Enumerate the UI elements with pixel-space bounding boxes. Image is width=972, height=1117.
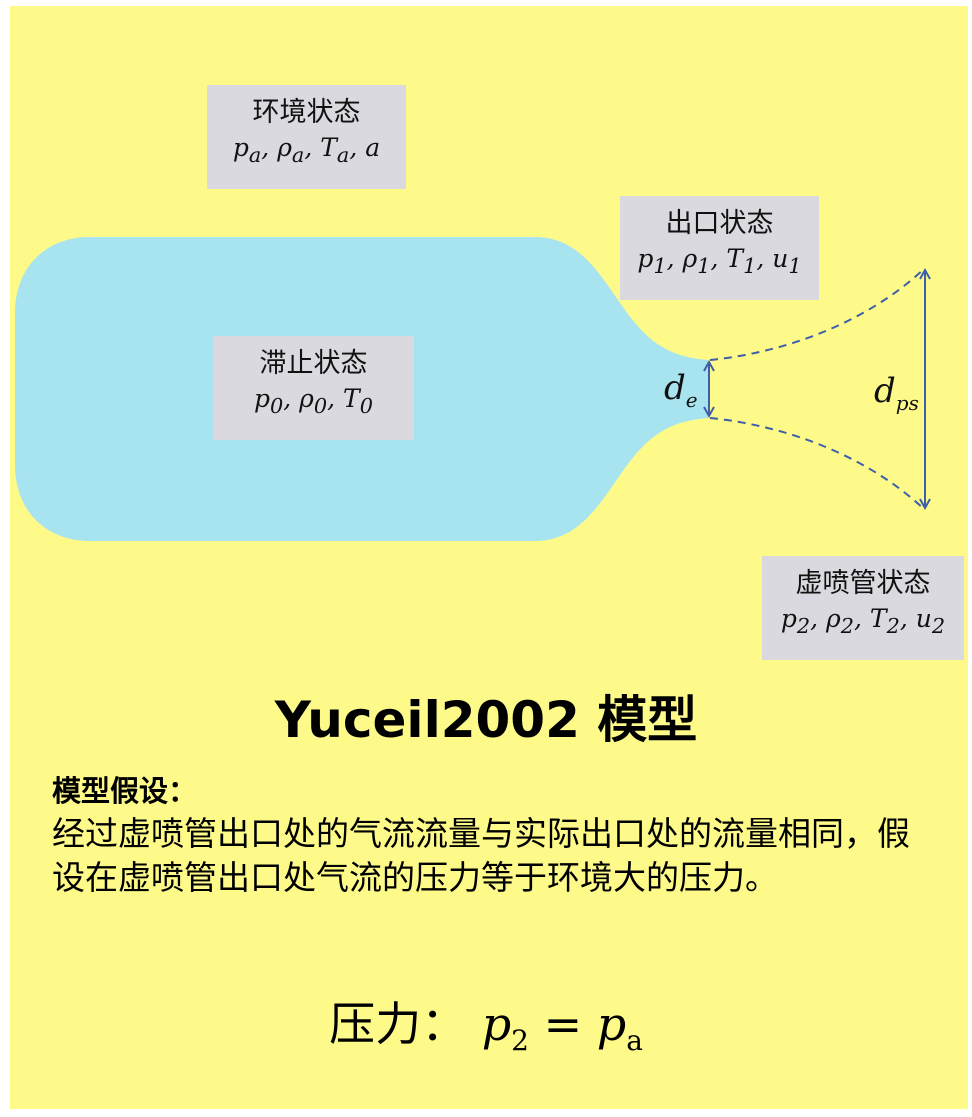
ambient-state-box: 环境状态 pa, ρa, Ta, a — [207, 85, 406, 189]
exit-state-vars: p1, ρ1, T1, u1 — [637, 244, 802, 278]
slide: 环境状态 pa, ρa, Ta, a 出口状态 p1, ρ1, T1, u1 滞… — [0, 0, 972, 1117]
exit-state-title: 出口状态 — [665, 208, 774, 239]
assumption-heading: 模型假设： — [52, 774, 198, 808]
pseudo-diameter-label: dps — [874, 371, 919, 415]
formula-label: 压力： — [329, 997, 468, 1051]
assumption-text: 经过虚喷管出口处的气流流量与实际出口处的流量相同，假设在虚喷管出口处气流的压力等… — [52, 814, 910, 897]
dps-arrow — [919, 267, 931, 511]
ambient-state-vars: pa, ρa, Ta, a — [232, 133, 381, 167]
pseudo-nozzle-state-box: 虚喷管状态 p2, ρ2, T2, u2 — [762, 556, 964, 660]
stagnation-state-box: 滞止状态 p0, ρ0, T0 — [213, 336, 414, 440]
exit-state-box: 出口状态 p1, ρ1, T1, u1 — [620, 196, 819, 300]
exit-diameter-label: de — [664, 368, 698, 412]
model-title: Yuceil2002 模型 — [274, 691, 698, 749]
ambient-state-title: 环境状态 — [252, 97, 361, 128]
pseudo-nozzle-state-title: 虚喷管状态 — [795, 568, 931, 599]
formula-expression: p2 = pa — [481, 997, 643, 1058]
pseudo-nozzle-state-vars: p2, ρ2, T2, u2 — [780, 604, 946, 638]
stagnation-state-title: 滞止状态 — [259, 348, 368, 379]
pseudo-nozzle-lower-boundary — [709, 417, 926, 511]
pressure-formula: 压力： p2 = pa — [0, 988, 972, 1057]
stagnation-state-vars: p0, ρ0, T0 — [254, 384, 373, 418]
